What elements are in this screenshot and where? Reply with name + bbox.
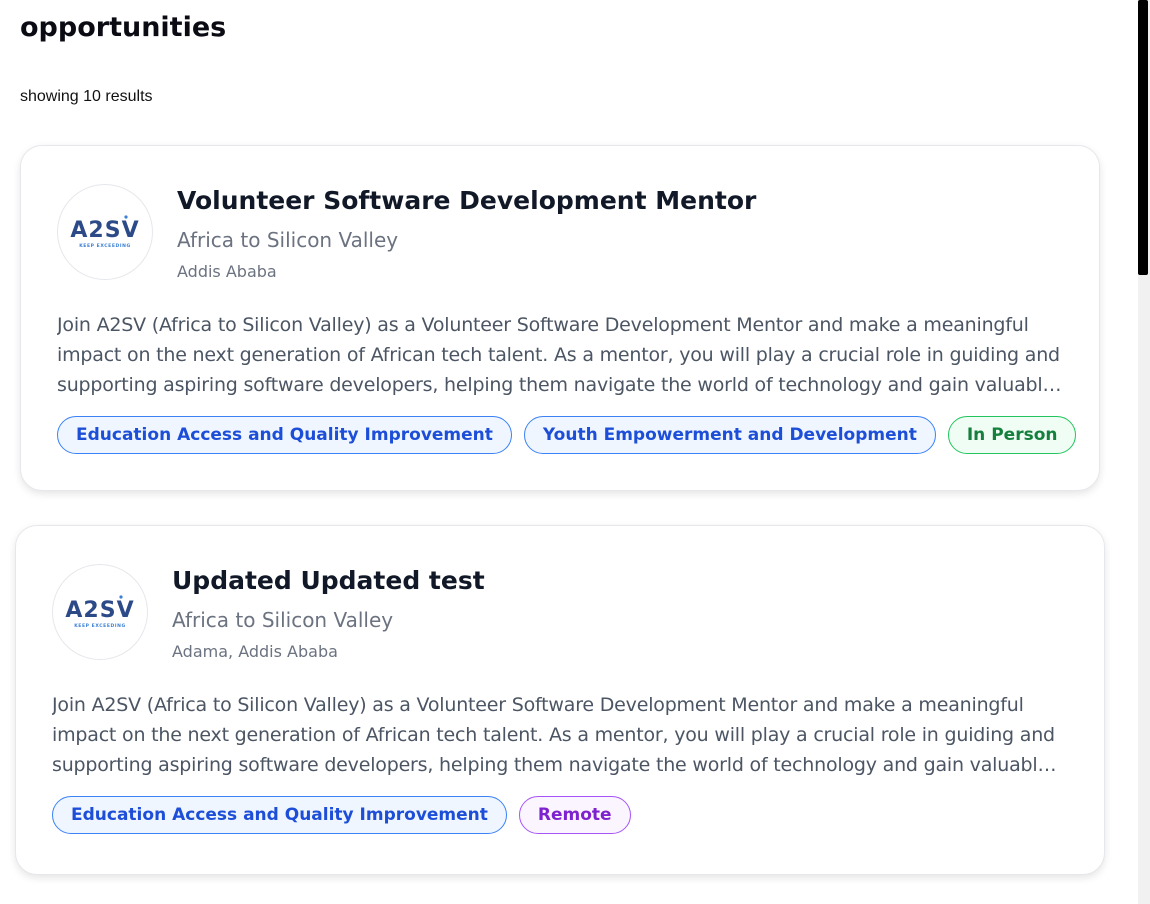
tag-list: Education Access and Quality Improvement… bbox=[52, 796, 631, 834]
opportunities-page: opportunities showing 10 results A2SV KE… bbox=[0, 0, 1150, 904]
opportunity-title[interactable]: Volunteer Software Development Mentor bbox=[177, 186, 756, 215]
a2sv-logo-tagline: KEEP EXCEEDING bbox=[79, 243, 131, 249]
result-count: showing 10 results bbox=[20, 88, 153, 105]
location-type-tag: Remote bbox=[518, 796, 631, 834]
organization-name: Africa to Silicon Valley bbox=[177, 228, 399, 252]
a2sv-logo-text: A2SV bbox=[65, 598, 134, 623]
category-tag: Education Access and Quality Improvement bbox=[57, 416, 512, 454]
opportunity-location: Addis Ababa bbox=[177, 262, 277, 281]
location-type-tag: In Person bbox=[947, 416, 1077, 454]
opportunity-title[interactable]: Updated Updated test bbox=[172, 566, 485, 595]
scrollbar-thumb[interactable] bbox=[1138, 0, 1148, 275]
opportunity-description: Join A2SV (Africa to Silicon Valley) as … bbox=[57, 314, 1060, 396]
a2sv-logo-tagline: KEEP EXCEEDING bbox=[74, 623, 126, 629]
category-tag: Youth Empowerment and Development bbox=[523, 416, 936, 454]
vertical-scrollbar[interactable] bbox=[1138, 0, 1150, 904]
opportunity-location: Adama, Addis Ababa bbox=[172, 642, 338, 661]
tag-list: Education Access and Quality Improvement… bbox=[57, 416, 1077, 454]
a2sv-logo-icon: A2SV KEEP EXCEEDING bbox=[57, 184, 153, 280]
a2sv-logo-text: A2SV bbox=[70, 218, 139, 243]
a2sv-logo-icon: A2SV KEEP EXCEEDING bbox=[52, 564, 148, 660]
opportunity-description: Join A2SV (Africa to Silicon Valley) as … bbox=[52, 694, 1055, 776]
category-tag: Education Access and Quality Improvement bbox=[52, 796, 507, 834]
opportunity-card[interactable]: A2SV KEEP EXCEEDING Updated Updated test… bbox=[15, 525, 1105, 875]
page-title: opportunities bbox=[20, 12, 227, 43]
organization-name: Africa to Silicon Valley bbox=[172, 608, 394, 632]
opportunity-card[interactable]: A2SV KEEP EXCEEDING Volunteer Software D… bbox=[20, 145, 1100, 491]
